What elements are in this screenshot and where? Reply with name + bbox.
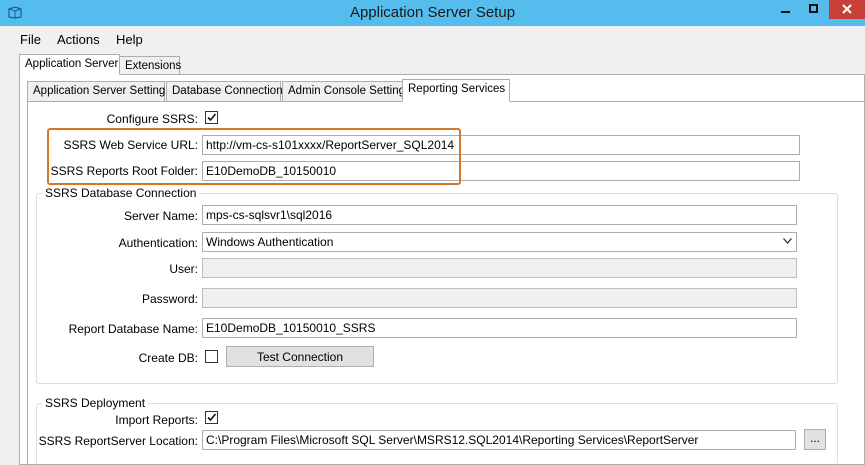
minimize-icon <box>781 11 790 13</box>
authentication-select[interactable]: Windows Authentication <box>202 232 797 252</box>
menu-actions[interactable]: Actions <box>57 32 100 47</box>
tab-application-server-settings[interactable]: Application Server Settings <box>27 81 171 102</box>
password-label: Password: <box>141 292 198 306</box>
tab-admin-console-settings[interactable]: Admin Console Settings <box>282 81 411 102</box>
window-title: Application Server Setup <box>349 4 516 21</box>
check-icon <box>207 413 217 422</box>
ssrs-database-connection-title: SSRS Database Connection <box>42 186 200 200</box>
authentication-value: Windows Authentication <box>206 235 334 249</box>
maximize-button[interactable] <box>801 0 826 19</box>
configure-ssrs-checkbox[interactable] <box>205 111 218 124</box>
menu-bar: File Actions Help <box>0 28 865 50</box>
user-input[interactable] <box>202 258 797 278</box>
server-name-input[interactable]: mps-cs-sqlsvr1\sql2016 <box>202 205 797 225</box>
authentication-label: Authentication: <box>118 236 198 250</box>
create-db-label: Create DB: <box>138 351 198 365</box>
import-reports-label: Import Reports: <box>115 413 198 427</box>
report-database-name-label: Report Database Name: <box>68 322 198 336</box>
configure-ssrs-label: Configure SSRS: <box>106 112 198 126</box>
check-icon <box>207 113 217 122</box>
tab-application-server[interactable]: Application Server <box>19 54 120 75</box>
minimize-button[interactable] <box>773 0 798 19</box>
highlight-box <box>47 128 461 185</box>
close-button[interactable] <box>829 0 865 19</box>
import-reports-checkbox[interactable] <box>205 411 218 424</box>
create-db-checkbox[interactable] <box>205 350 218 363</box>
tab-reporting-services[interactable]: Reporting Services <box>402 79 510 102</box>
chevron-down-icon <box>783 238 792 244</box>
user-label: User: <box>169 262 198 276</box>
close-icon <box>842 4 852 14</box>
application-server-setup-window: Application Server Setup File Actions He… <box>0 0 865 465</box>
report-database-name-input[interactable]: E10DemoDB_10150010_SSRS <box>202 318 797 338</box>
menu-help[interactable]: Help <box>116 32 143 47</box>
browse-button[interactable]: ... <box>804 429 826 450</box>
tab-extensions[interactable]: Extensions <box>119 56 181 75</box>
server-name-label: Server Name: <box>123 209 198 223</box>
ssrs-deployment-title: SSRS Deployment <box>42 396 149 410</box>
title-bar: Application Server Setup <box>0 0 865 26</box>
password-input[interactable] <box>202 288 797 308</box>
test-connection-button[interactable]: Test Connection <box>226 346 374 367</box>
reportserver-location-label: SSRS ReportServer Location: <box>38 434 198 448</box>
reportserver-location-input[interactable]: C:\Program Files\Microsoft SQL Server\MS… <box>202 430 796 450</box>
maximize-icon <box>809 4 818 13</box>
tab-database-connection[interactable]: Database Connection <box>166 81 283 102</box>
menu-file[interactable]: File <box>20 32 41 47</box>
